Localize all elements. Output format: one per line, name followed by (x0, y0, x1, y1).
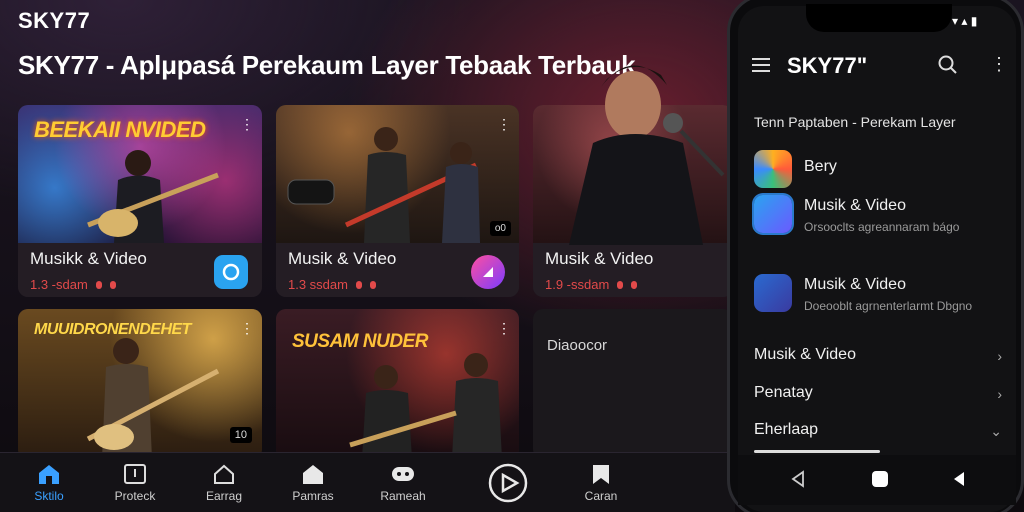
card-badge: o0 (489, 221, 511, 236)
card-thumbnail: ⋮ o0 (276, 105, 519, 243)
card-thumbnail: SUSAM NUDER ⋮ (276, 309, 519, 459)
video-card[interactable]: SUSAM NUDER ⋮ (276, 309, 519, 459)
card-meta: 1.3 -sdam (30, 277, 116, 292)
nav-label: Rameah (380, 489, 426, 503)
home-button-icon[interactable] (870, 469, 890, 489)
phone-menu-row[interactable]: Penatay › (754, 384, 1002, 414)
phone-notch (806, 4, 952, 32)
more-options-icon[interactable]: ⋮ (240, 117, 254, 131)
text-card[interactable]: Diaoocor (533, 309, 733, 459)
phone-app-title: SKY77" (787, 53, 868, 78)
chevron-right-icon: › (997, 386, 1002, 402)
nav-label: Sktilo (34, 489, 64, 503)
phone-app-item[interactable]: Musik & Video Orsooclts agreannaram bágo (752, 195, 1012, 245)
home-outline-icon (214, 464, 234, 484)
nav-label: Earrag (205, 489, 243, 503)
video-card[interactable]: BEEKAII NVIDED ⋮ Musikk & Video 1.3 -sda… (18, 105, 262, 297)
music-video-app-icon (754, 274, 792, 312)
nav-item-caran[interactable]: Caran (566, 453, 636, 512)
card-title: Diaoocor (547, 337, 608, 354)
phone-app-name: Musik & Video (804, 197, 906, 214)
card-banner-text: SUSAM NUDER (292, 331, 428, 352)
card-meta-text: 1.3 ssdam (288, 277, 348, 292)
phone-app-name: Musik & Video (804, 276, 906, 293)
recents-icon[interactable] (950, 469, 970, 489)
card-meta-text: 1.3 -sdam (30, 277, 88, 292)
bookmark-icon (593, 465, 609, 484)
card-badge: 10 (229, 427, 252, 443)
back-icon[interactable] (788, 469, 808, 489)
bottom-navigation-bar: Sktilo Proteck Earrag Pamras Rameah Cara… (0, 452, 735, 512)
card-title: Musik & Video (288, 249, 397, 268)
card-thumbnail: MUUIDRONENDEHET ⋮ 10 (18, 309, 262, 459)
card-thumbnail: BEEKAII NVIDED ⋮ (18, 105, 262, 243)
nav-item-play[interactable] (473, 453, 543, 512)
nav-item-pamras[interactable]: Pamras (278, 453, 348, 512)
upload-box-icon (124, 464, 146, 484)
record-icon[interactable] (214, 255, 248, 289)
play-circle-icon (488, 463, 528, 503)
more-options-icon[interactable]: ⋮ (240, 321, 254, 335)
nav-item-proteck[interactable]: Proteck (100, 453, 170, 512)
row-label: Musik & Video (754, 346, 856, 363)
hamburger-icon[interactable] (752, 58, 770, 72)
card-title: Musikk & Video (30, 249, 147, 268)
video-card[interactable]: MUUIDRONENDEHET ⋮ 10 (18, 309, 262, 459)
phone-menu-row[interactable]: Eherlaap ⌄ (754, 421, 1002, 451)
more-options-icon[interactable]: ⋮ (497, 321, 511, 335)
phone-menu-row[interactable]: Musik & Video › (754, 346, 1002, 376)
nav-label: Caran (584, 489, 618, 503)
chevron-right-icon: › (997, 348, 1002, 364)
nav-label: Pamras (292, 489, 334, 503)
gamepad-icon (392, 467, 414, 481)
nav-item-sktilo[interactable]: Sktilo (14, 453, 84, 512)
phone-app-name: Bery (804, 158, 837, 175)
singer-illustration (569, 65, 725, 245)
overflow-menu-icon[interactable]: ⋮ (990, 54, 1008, 74)
multicolor-app-icon (754, 150, 792, 188)
card-meta: 1.3 ssdam (288, 277, 376, 292)
video-card[interactable]: ⋮ o0 Musik & Video 1.3 ssdam (276, 105, 519, 297)
nav-item-earrag[interactable]: Earrag (189, 453, 259, 512)
brand-logo-text: SKY77 (18, 8, 91, 33)
chevron-down-icon: ⌄ (990, 423, 1002, 439)
nav-item-rameah[interactable]: Rameah (368, 453, 438, 512)
nav-label: Proteck (114, 489, 156, 503)
card-title: Musik & Video (545, 249, 654, 268)
band-illustration (287, 127, 480, 243)
phone-app-item[interactable]: Bery (752, 150, 1012, 200)
system-navigation-bar (738, 455, 1016, 505)
row-label: Eherlaap (754, 421, 819, 438)
phone-app-desc: Orsooclts agreannaram bágo (804, 220, 960, 234)
gradient-play-icon[interactable] (471, 255, 505, 289)
house-icon (303, 465, 323, 484)
card-meta-text: 1.9 -ssdam (545, 277, 610, 292)
card-banner-text: MUUIDRONENDEHET (34, 321, 191, 338)
row-label: Penatay (754, 384, 813, 401)
scroll-indicator (754, 450, 880, 453)
home-icon (39, 465, 59, 484)
search-icon[interactable] (937, 54, 959, 76)
music-video-app-icon (754, 195, 792, 233)
phone-app-item[interactable]: Musik & Video Doeooblt agrnenterlarmt Db… (752, 274, 1012, 324)
card-banner-text: BEEKAII NVIDED (34, 117, 206, 142)
phone-app-desc: Doeooblt agrnenterlarmt Dbgno (804, 299, 973, 313)
more-options-icon[interactable]: ⋮ (497, 117, 511, 131)
status-icons: ▾ ▴ ▮ (952, 14, 978, 28)
phone-section-subtitle: Tenn Paptaben - Perekam Layer (754, 114, 956, 130)
card-meta: 1.9 -ssdam (545, 277, 638, 292)
